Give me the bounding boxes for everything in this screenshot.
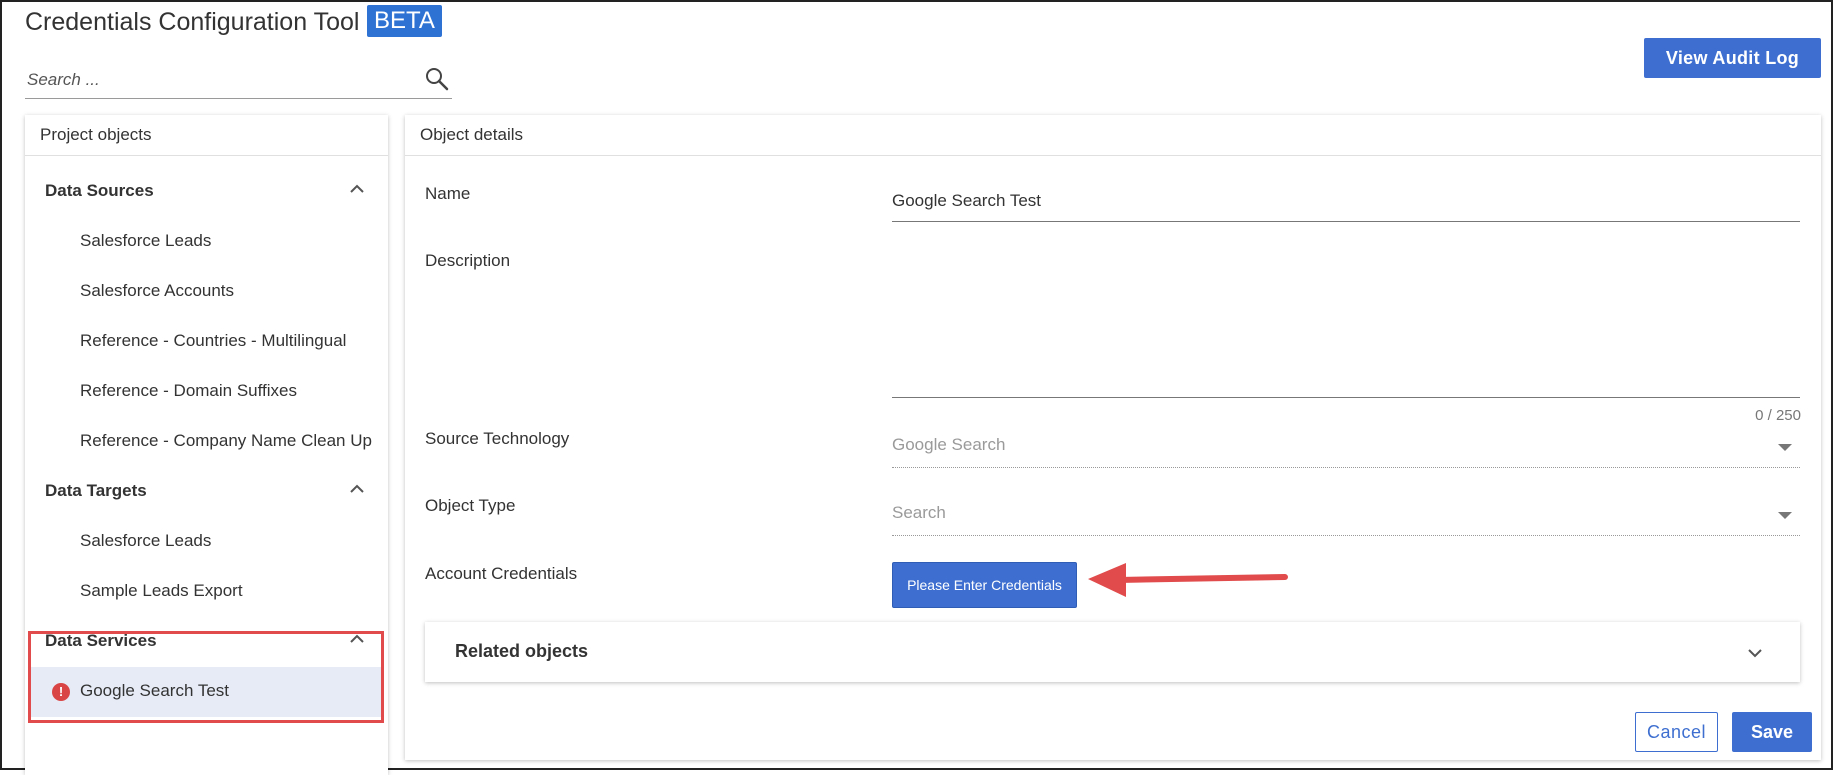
caret-down-icon <box>1778 444 1792 451</box>
project-objects-header: Project objects <box>25 115 388 156</box>
group-title: Data Services <box>45 631 157 650</box>
chevron-up-icon[interactable] <box>349 181 365 197</box>
arrow-annotation-icon <box>1088 563 1288 597</box>
tree-item-salesforce-accounts[interactable]: Salesforce Accounts <box>80 281 234 301</box>
tree-item-google-search-test[interactable]: Google Search Test <box>80 681 229 701</box>
search-icon[interactable] <box>424 66 450 92</box>
group-title: Data Targets <box>45 481 147 500</box>
name-value: Google Search Test <box>892 191 1041 210</box>
tree-item-sample-leads-export[interactable]: Sample Leads Export <box>80 581 243 601</box>
save-button[interactable]: Save <box>1732 712 1812 752</box>
group-data-targets[interactable]: Data Targets <box>45 481 365 501</box>
search-bar <box>25 62 452 99</box>
description-char-counter: 0 / 250 <box>1755 407 1801 424</box>
view-audit-log-button[interactable]: View Audit Log <box>1644 38 1821 78</box>
tree-item-domain-suffixes[interactable]: Reference - Domain Suffixes <box>80 381 297 401</box>
error-icon: ! <box>52 683 70 701</box>
related-objects-accordion[interactable]: Related objects <box>425 622 1800 682</box>
tree-item-salesforce-leads[interactable]: Salesforce Leads <box>80 231 211 251</box>
caret-down-icon <box>1778 512 1792 519</box>
name-label: Name <box>425 184 471 203</box>
beta-badge: BETA <box>367 5 442 37</box>
search-input[interactable] <box>25 64 409 96</box>
chevron-up-icon[interactable] <box>349 631 365 647</box>
group-data-services[interactable]: Data Services <box>45 631 365 651</box>
source-technology-select[interactable]: Google Search <box>892 435 1800 468</box>
chevron-up-icon[interactable] <box>349 481 365 497</box>
description-label: Description <box>425 251 511 270</box>
group-title: Data Sources <box>45 181 154 200</box>
group-data-sources[interactable]: Data Sources <box>45 181 365 201</box>
tree-item-company-name-clean-up[interactable]: Reference - Company Name Clean Up <box>80 431 372 451</box>
tree-item-countries-multilingual[interactable]: Reference - Countries - Multilingual <box>80 331 346 351</box>
object-details-header: Object details <box>405 115 1821 156</box>
object-details-panel: Object details Name Google Search Test D… <box>405 115 1821 760</box>
source-technology-value: Google Search <box>892 435 1006 454</box>
name-field[interactable]: Google Search Test <box>892 191 1800 222</box>
object-type-placeholder: Search <box>892 503 946 522</box>
app-title: Credentials Configuration Tool <box>25 8 360 36</box>
enter-credentials-button[interactable]: Please Enter Credentials <box>892 562 1077 608</box>
object-type-select[interactable]: Search <box>892 503 1800 536</box>
account-credentials-label: Account Credentials <box>425 564 578 583</box>
chevron-down-icon[interactable] <box>1746 644 1764 662</box>
cancel-button[interactable]: Cancel <box>1635 712 1718 752</box>
object-type-label: Object Type <box>425 496 516 515</box>
source-technology-label: Source Technology <box>425 429 570 448</box>
related-objects-title: Related objects <box>455 641 589 661</box>
description-field[interactable] <box>892 251 1800 398</box>
tree-item-salesforce-leads-target[interactable]: Salesforce Leads <box>80 531 211 551</box>
project-objects-panel: Project objects Data Sources Salesforce … <box>25 115 388 775</box>
